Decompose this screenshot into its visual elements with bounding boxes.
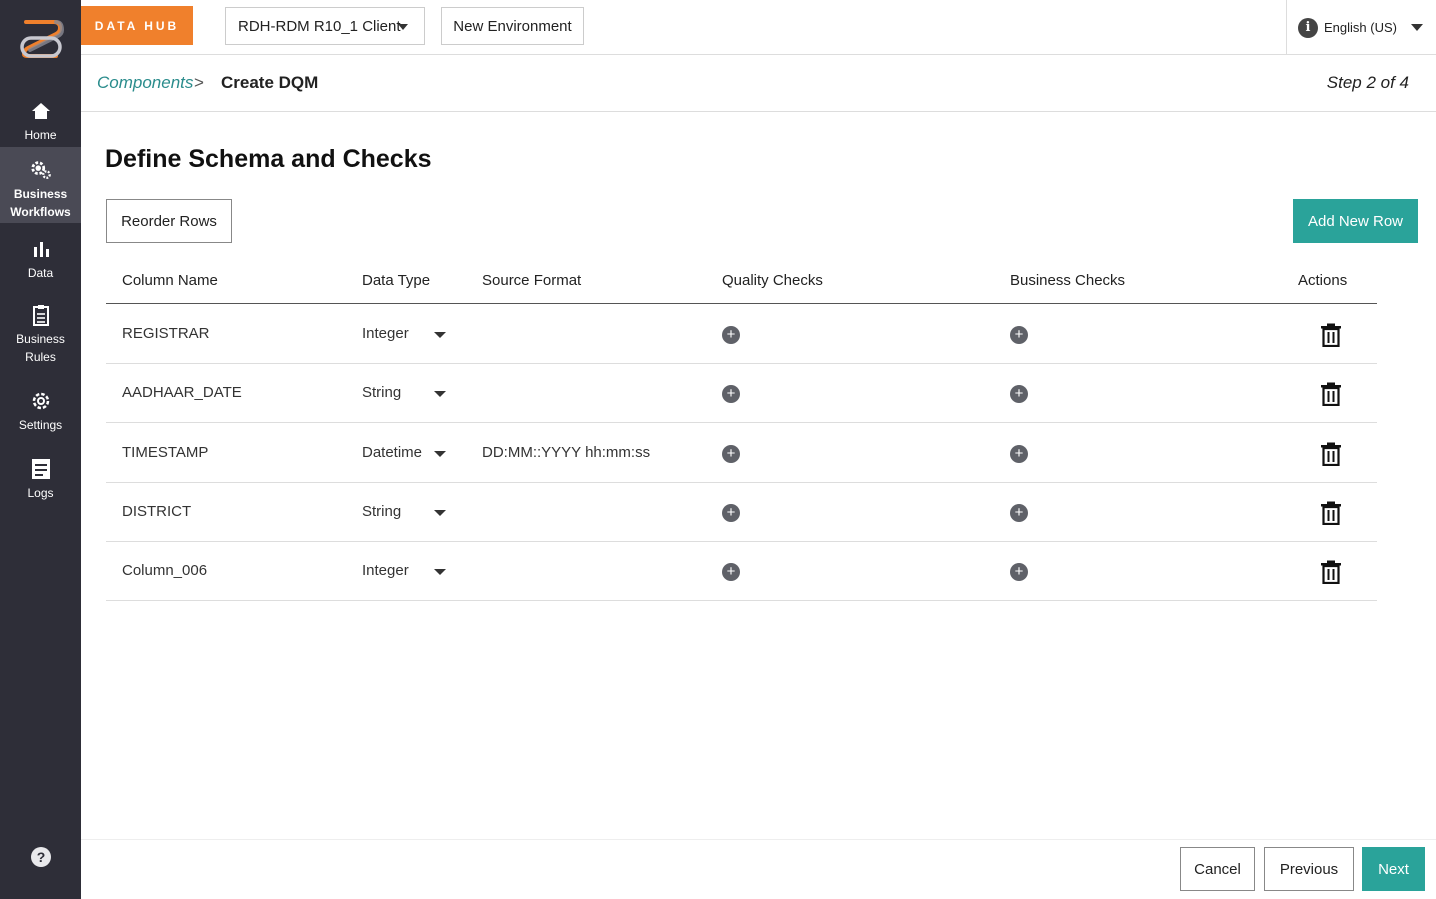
page-title: Define Schema and Checks	[105, 145, 432, 173]
client-select-value: RDH-RDM R10_1 Client	[238, 17, 401, 35]
add-quality-check-icon[interactable]: +	[722, 385, 740, 404]
clipboard-icon	[30, 304, 52, 326]
sidebar-item-label: Data	[27, 266, 54, 280]
source-format-cell: DD:MM::YYYY hh:mm:ss	[482, 443, 651, 461]
breadcrumb: Components > Create DQM Step 2 of 4	[81, 55, 1436, 112]
add-business-check-icon[interactable]: +	[1010, 563, 1028, 582]
data-type-select[interactable]: Integer	[362, 325, 409, 342]
add-business-check-icon[interactable]: +	[1010, 385, 1028, 404]
add-quality-check-icon[interactable]: +	[722, 503, 740, 522]
sidebar-item-business-rules[interactable]: Business Rules	[0, 304, 81, 368]
column-name-cell: TIMESTAMP	[122, 443, 209, 461]
language-value: English (US)	[1324, 20, 1397, 35]
add-quality-check-icon[interactable]: +	[722, 563, 740, 582]
data-type-select[interactable]: Datetime	[362, 444, 422, 461]
chevron-down-icon[interactable]	[434, 450, 446, 457]
column-name-cell: Column_006	[122, 562, 208, 580]
previous-button[interactable]: Previous	[1264, 847, 1354, 891]
data-type-select[interactable]: String	[362, 503, 401, 520]
sidebar-item-label: Business Workflows	[10, 187, 71, 219]
sidebar-item-home[interactable]: Home	[0, 100, 81, 146]
bar-chart-icon	[30, 238, 52, 260]
reorder-rows-button[interactable]: Reorder Rows	[106, 199, 232, 243]
chevron-down-icon[interactable]	[434, 509, 446, 516]
chevron-down-icon[interactable]	[434, 391, 446, 398]
gear-icon	[30, 390, 52, 412]
chevron-down-icon	[1410, 24, 1423, 31]
table-row: AADHAAR_DATE String + +	[106, 363, 1377, 424]
table-row: TIMESTAMP Datetime DD:MM::YYYY hh:mm:ss + +	[106, 423, 1377, 483]
chevron-down-icon[interactable]	[434, 332, 446, 338]
column-name-cell: REGISTRAR	[122, 325, 210, 342]
brand-label: DATA HUB	[81, 6, 193, 45]
new-environment-button[interactable]: New Environment	[441, 7, 584, 45]
cancel-button[interactable]: Cancel	[1180, 847, 1255, 891]
column-header-business: Business Checks	[1010, 272, 1126, 289]
table-row: REGISTRAR Integer + +	[106, 304, 1377, 364]
add-business-check-icon[interactable]: +	[1010, 503, 1028, 522]
gears-icon	[30, 159, 52, 181]
top-bar: DATA HUB RDH-RDM R10_1 Client New Enviro…	[81, 0, 1436, 55]
sidebar: Home Business Workflows Data Business Ru…	[0, 0, 81, 899]
table-row: Column_006 Integer + +	[106, 541, 1377, 602]
sidebar-item-label: Logs	[27, 486, 54, 500]
sidebar-item-data[interactable]: Data	[0, 238, 81, 284]
sidebar-item-logs[interactable]: Logs	[0, 458, 81, 504]
sidebar-item-label: Settings	[18, 418, 63, 432]
delete-row-icon[interactable]	[1320, 442, 1342, 466]
help-icon[interactable]: ?	[31, 847, 51, 867]
add-new-row-button[interactable]: Add New Row	[1293, 199, 1418, 243]
table-header: Column Name Data Type Source Format Qual…	[106, 258, 1377, 304]
chevron-right-icon: >	[194, 73, 204, 92]
add-quality-check-icon[interactable]: +	[722, 444, 740, 463]
sidebar-item-label: Home	[24, 128, 57, 142]
sidebar-item-label: Business Rules	[16, 332, 65, 364]
logo-icon	[20, 20, 64, 58]
column-header-type: Data Type	[362, 272, 431, 289]
next-button[interactable]: Next	[1362, 847, 1425, 891]
chevron-down-icon[interactable]	[434, 569, 446, 576]
column-header-quality: Quality Checks	[722, 272, 823, 289]
sidebar-item-business-workflows[interactable]: Business Workflows	[0, 147, 81, 223]
language-select[interactable]: i English (US)	[1286, 0, 1436, 55]
breadcrumb-components-link[interactable]: Components	[97, 73, 193, 93]
breadcrumb-current: Create DQM	[221, 73, 319, 92]
sidebar-item-settings[interactable]: Settings	[0, 390, 81, 436]
data-type-select[interactable]: String	[362, 384, 401, 401]
home-icon	[30, 100, 52, 122]
chevron-down-icon	[398, 24, 408, 30]
client-select[interactable]: RDH-RDM R10_1 Client	[225, 7, 425, 45]
logs-icon	[30, 458, 52, 480]
add-business-check-icon[interactable]: +	[1010, 326, 1028, 344]
delete-row-icon[interactable]	[1320, 382, 1342, 407]
column-header-format: Source Format	[482, 272, 582, 289]
add-business-check-icon[interactable]: +	[1010, 444, 1028, 463]
info-icon: i	[1298, 17, 1318, 38]
column-name-cell: DISTRICT	[122, 502, 192, 520]
delete-row-icon[interactable]	[1320, 323, 1342, 348]
step-indicator: Step 2 of 4	[1326, 73, 1409, 92]
table-row: DISTRICT String + +	[106, 482, 1377, 542]
column-name-cell: AADHAAR_DATE	[122, 384, 242, 402]
column-header-actions: Actions	[1298, 272, 1348, 289]
data-type-select[interactable]: Integer	[362, 562, 409, 579]
column-header-name: Column Name	[122, 272, 218, 289]
add-quality-check-icon[interactable]: +	[722, 326, 740, 344]
delete-row-icon[interactable]	[1320, 501, 1342, 525]
delete-row-icon[interactable]	[1320, 560, 1342, 585]
